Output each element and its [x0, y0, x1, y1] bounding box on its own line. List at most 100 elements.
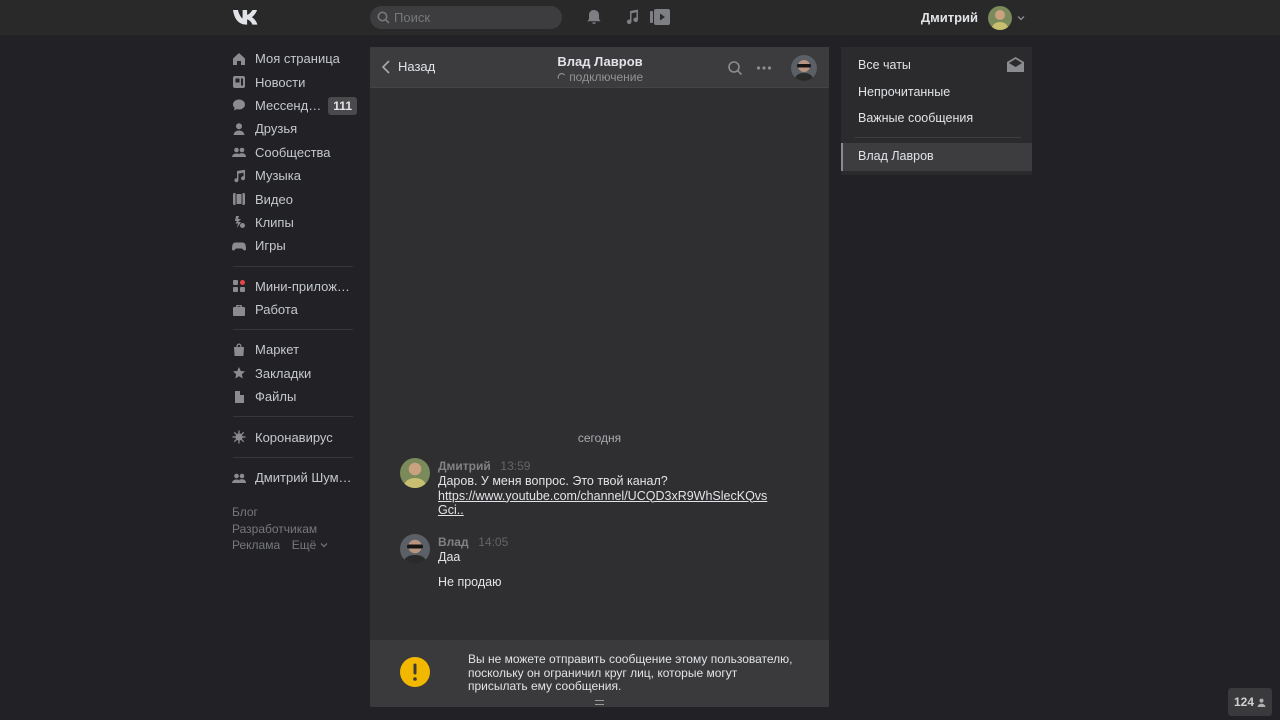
peer-name: Влад Лавров — [557, 54, 643, 69]
avatar[interactable] — [400, 534, 430, 564]
sidebar-item-friends[interactable]: Друзья — [230, 117, 355, 140]
star-icon — [233, 367, 245, 379]
sidebar-item-bookmarks[interactable]: Закладки — [230, 362, 355, 385]
sidebar-item-label: Маркет — [255, 342, 300, 358]
bag-icon — [234, 343, 244, 356]
user-menu[interactable]: Дмитрий — [921, 0, 1026, 35]
sidebar-divider — [233, 265, 353, 267]
sidebar-item-label: Работа — [255, 302, 298, 318]
back-button[interactable]: Назад — [382, 59, 435, 74]
sidebar-item-label: Клипы — [255, 214, 294, 230]
sidebar-item-label: Новости — [255, 74, 306, 90]
ads-link[interactable]: Реклама — [232, 538, 280, 552]
more-link[interactable]: Ещё — [292, 538, 317, 552]
more-options-icon[interactable] — [756, 60, 772, 76]
filter-active-chat[interactable]: Влад Лавров — [841, 143, 1032, 171]
sidebar-item-label: Игры — [255, 238, 286, 254]
vk-logo-icon[interactable] — [232, 7, 262, 27]
music-note-icon[interactable] — [623, 8, 641, 26]
sidebar-item-games[interactable]: Игры — [230, 234, 355, 257]
chevron-down-icon[interactable] — [1016, 13, 1026, 23]
message-author[interactable]: Дмитрий — [438, 459, 491, 473]
search-input[interactable] — [394, 6, 554, 29]
filters-divider — [855, 137, 1021, 138]
clips-icon — [235, 216, 245, 229]
day-separator: сегодня — [577, 431, 622, 445]
sidebar-item-my-page[interactable]: Моя страница — [230, 47, 355, 70]
avatar[interactable] — [988, 5, 1012, 30]
avatar[interactable] — [791, 55, 817, 81]
avatar[interactable] — [400, 458, 430, 488]
sidebar-item-news[interactable]: Новости — [230, 70, 355, 93]
sidebar-item-market[interactable]: Маркет — [230, 338, 355, 361]
blocked-message-notice: Вы не можете отправить сообщение этому п… — [370, 640, 829, 707]
chevron-down-icon[interactable] — [320, 541, 328, 549]
peer-avatar-image — [400, 534, 430, 564]
peer-avatar-image — [791, 55, 817, 81]
gamepad-icon — [232, 242, 246, 251]
message-text: Даров. У меня вопрос. Это твой канал? — [438, 474, 668, 488]
file-icon — [235, 390, 244, 403]
top-bar: Дмитрий — [0, 0, 1280, 35]
chat-filters-panel: Все чаты Непрочитанные Важные сообщения … — [841, 47, 1032, 175]
back-label: Назад — [398, 59, 436, 74]
blog-link[interactable]: Блог — [232, 505, 258, 519]
developers-link[interactable]: Разработчикам — [232, 522, 317, 536]
sidebar-item-mini-apps[interactable]: Мини-приложения — [230, 275, 355, 298]
message-link[interactable]: https://www.youtube.com/channel/UCQD3xR9… — [438, 489, 788, 504]
unread-count-badge: 111 — [328, 96, 357, 115]
search-icon — [377, 11, 390, 24]
user-avatar-image — [988, 5, 1012, 30]
sidebar-item-label: Мини-приложения — [255, 278, 355, 294]
search-box[interactable] — [370, 6, 562, 29]
message-meta: Влад 14:05 — [438, 534, 788, 550]
peer-status: подключение — [500, 70, 700, 84]
mail-open-icon[interactable] — [1007, 57, 1024, 72]
active-chat-label: Влад Лавров — [858, 149, 934, 163]
online-count: 124 — [1233, 695, 1255, 709]
sidebar-nav: Моя страница Новости Мессенджер 111 Друз… — [230, 47, 357, 489]
notice-line: поскольку он ограничил круг лиц, которые… — [468, 665, 738, 680]
sidebar-item-label: Дмитрий Шумилов — [255, 470, 355, 486]
message-link-continuation[interactable]: Gci.. — [438, 503, 788, 518]
sidebar-item-video[interactable]: Видео — [230, 187, 355, 210]
home-icon — [233, 52, 245, 65]
sidebar-item-communities[interactable]: Сообщества — [230, 141, 355, 164]
user-icon — [1257, 698, 1266, 707]
warning-icon — [400, 657, 430, 687]
sidebar-divider — [233, 456, 353, 458]
news-icon — [233, 76, 245, 89]
filter-unread[interactable]: Непрочитанные — [858, 85, 950, 99]
sidebar-item-music[interactable]: Музыка — [230, 164, 355, 187]
message-body: Влад 14:05 Даа Не продаю — [438, 534, 788, 589]
bell-icon[interactable] — [585, 8, 603, 26]
sidebar-divider — [233, 329, 353, 331]
search-icon[interactable] — [727, 60, 743, 76]
sidebar-item-clips[interactable]: Клипы — [230, 211, 355, 234]
sidebar-item-profile-group[interactable]: Дмитрий Шумилов — [230, 466, 355, 489]
briefcase-icon — [233, 304, 245, 316]
sidebar-item-label: Коронавирус — [255, 429, 333, 445]
video-play-icon[interactable] — [650, 8, 671, 26]
online-friends-counter[interactable]: 124 — [1228, 688, 1272, 716]
sidebar-item-files[interactable]: Файлы — [230, 385, 355, 408]
message-author[interactable]: Влад — [438, 535, 469, 549]
filter-important[interactable]: Важные сообщения — [858, 111, 973, 125]
chat-peer-info[interactable]: Влад Лавров подключение — [500, 54, 700, 84]
message-text: Даа — [438, 550, 461, 564]
message-text: Не продаю — [438, 574, 502, 589]
user-name: Дмитрий — [920, 10, 978, 25]
chevron-left-icon — [382, 59, 390, 74]
footer-links: Блог Разработчикам Реклама Ещё — [232, 504, 357, 554]
resize-handle[interactable] — [595, 700, 604, 705]
filter-all-chats[interactable]: Все чаты — [858, 58, 911, 72]
sidebar-item-label: Видео — [255, 191, 293, 207]
sidebar-item-messenger[interactable]: Мессенджер 111 — [230, 94, 357, 117]
sidebar-item-coronavirus[interactable]: Коронавирус — [230, 425, 355, 448]
sidebar-item-label: Мессенджер — [255, 97, 325, 113]
sidebar-item-label: Друзья — [255, 121, 298, 137]
sidebar-divider — [233, 416, 353, 418]
virus-icon — [232, 430, 246, 444]
message-time: 13:59 — [500, 459, 531, 473]
sidebar-item-work[interactable]: Работа — [230, 298, 355, 321]
